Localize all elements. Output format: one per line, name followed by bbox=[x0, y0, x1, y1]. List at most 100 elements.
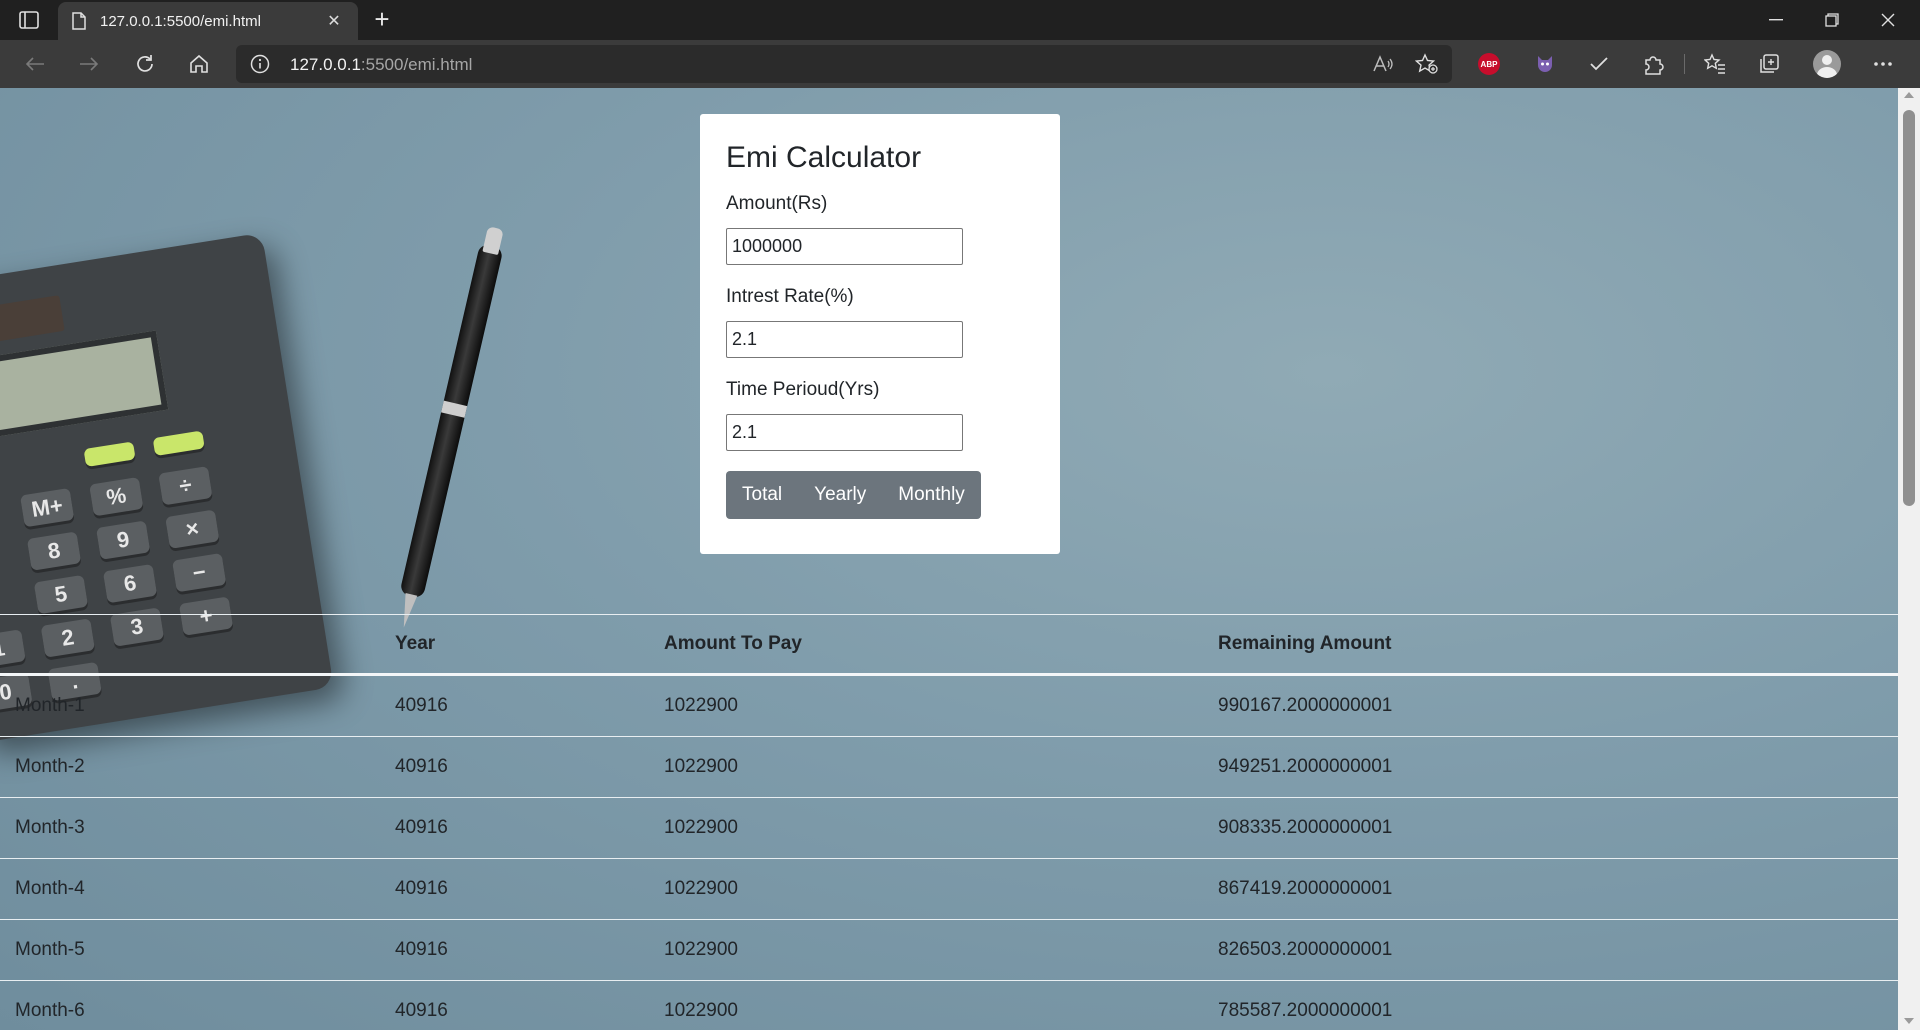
read-aloud-icon[interactable] bbox=[1370, 52, 1396, 76]
column-header-remaining-amount: Remaining Amount bbox=[1218, 633, 1392, 654]
calculator-key: 6 bbox=[102, 563, 158, 604]
pen-illustration bbox=[392, 225, 508, 630]
extensions-puzzle-icon[interactable] bbox=[1638, 49, 1668, 79]
table-cell-remaining: 990167.2000000001 bbox=[1218, 695, 1393, 716]
minimize-icon[interactable] bbox=[1748, 0, 1804, 40]
calculator-key: M+ bbox=[19, 487, 75, 528]
table-cell-amount: 1022900 bbox=[664, 817, 738, 838]
collections-icon[interactable] bbox=[1754, 49, 1784, 79]
time-period-input[interactable] bbox=[726, 414, 963, 451]
table-cell-remaining: 826503.2000000001 bbox=[1218, 939, 1393, 960]
monthly-button[interactable]: Monthly bbox=[882, 471, 981, 519]
url-host: 127.0.0.1 bbox=[290, 55, 361, 74]
table-cell-year: 40916 bbox=[395, 756, 448, 777]
column-header-amount-to-pay: Amount To Pay bbox=[664, 633, 802, 654]
table-row: Month-1 40916 1022900 990167.2000000001 bbox=[0, 676, 1898, 737]
table-row: Month-4 40916 1022900 867419.2000000001 bbox=[0, 859, 1898, 920]
table-cell-amount: 1022900 bbox=[664, 1000, 738, 1021]
table-cell-amount: 1022900 bbox=[664, 756, 738, 777]
address-bar[interactable]: 127.0.0.1:5500/emi.html bbox=[236, 45, 1452, 83]
restore-icon[interactable] bbox=[1804, 0, 1860, 40]
tab-close-icon[interactable]: ✕ bbox=[324, 11, 344, 31]
table-cell-period: Month-6 bbox=[15, 1000, 85, 1021]
scroll-up-arrow-icon[interactable] bbox=[1904, 92, 1914, 98]
scrollbar-thumb[interactable] bbox=[1903, 110, 1915, 506]
table-cell-remaining: 949251.2000000001 bbox=[1218, 756, 1393, 777]
add-favorite-icon[interactable] bbox=[1414, 52, 1440, 76]
emi-table: Year Amount To Pay Remaining Amount Mont… bbox=[0, 614, 1898, 1030]
extension-mascot-icon[interactable] bbox=[1530, 49, 1560, 79]
interest-rate-input[interactable] bbox=[726, 321, 963, 358]
adblock-plus-icon[interactable]: ABP bbox=[1474, 49, 1504, 79]
total-button[interactable]: Total bbox=[726, 471, 798, 519]
emi-calculator-card: Emi Calculator Amount(Rs) Intrest Rate(%… bbox=[700, 114, 1060, 554]
column-header-year: Year bbox=[395, 633, 436, 654]
close-window-icon[interactable] bbox=[1860, 0, 1916, 40]
table-cell-year: 40916 bbox=[395, 939, 448, 960]
table-cell-year: 40916 bbox=[395, 817, 448, 838]
calculator-key: × bbox=[165, 509, 220, 549]
calculator-green-key bbox=[83, 441, 136, 468]
table-cell-year: 40916 bbox=[395, 878, 448, 899]
result-mode-button-group: Total Yearly Monthly bbox=[726, 471, 981, 519]
amount-input[interactable] bbox=[726, 228, 963, 265]
yearly-button[interactable]: Yearly bbox=[798, 471, 882, 519]
table-cell-period: Month-4 bbox=[15, 878, 85, 899]
toolbar-separator bbox=[1684, 54, 1685, 74]
time-label: Time Perioud(Yrs) bbox=[726, 379, 880, 400]
table-row: Month-5 40916 1022900 826503.2000000001 bbox=[0, 920, 1898, 981]
favorites-icon[interactable] bbox=[1700, 49, 1730, 79]
page-title: Emi Calculator bbox=[726, 141, 922, 174]
amount-label: Amount(Rs) bbox=[726, 193, 828, 214]
table-cell-year: 40916 bbox=[395, 695, 448, 716]
tab-actions-icon[interactable] bbox=[16, 9, 42, 31]
table-cell-period: Month-5 bbox=[15, 939, 85, 960]
table-row: Month-6 40916 1022900 785587.2000000001 bbox=[0, 981, 1898, 1030]
page-viewport: M+ % ÷ 8 9 × 5 6 − 2 3 + 1 0 . Emi Calcu… bbox=[0, 88, 1898, 1030]
table-cell-remaining: 908335.2000000001 bbox=[1218, 817, 1393, 838]
table-row: Month-2 40916 1022900 949251.2000000001 bbox=[0, 737, 1898, 798]
tab-bar: 127.0.0.1:5500/emi.html ✕ + bbox=[0, 0, 1920, 40]
calculator-key: ÷ bbox=[158, 466, 213, 506]
calculator-key: 9 bbox=[96, 520, 151, 560]
table-row: Month-3 40916 1022900 908335.2000000001 bbox=[0, 798, 1898, 859]
pen-body bbox=[399, 242, 504, 600]
url-text[interactable]: 127.0.0.1:5500/emi.html bbox=[290, 55, 472, 75]
home-icon[interactable] bbox=[182, 49, 216, 79]
new-tab-button[interactable]: + bbox=[368, 6, 396, 34]
profile-avatar-icon[interactable] bbox=[1812, 49, 1842, 79]
table-header-row: Year Amount To Pay Remaining Amount bbox=[0, 614, 1898, 676]
url-path: :5500/emi.html bbox=[360, 55, 473, 74]
rate-label: Intrest Rate(%) bbox=[726, 286, 854, 307]
calculator-display bbox=[0, 330, 169, 444]
table-cell-year: 40916 bbox=[395, 1000, 448, 1021]
table-cell-period: Month-3 bbox=[15, 817, 85, 838]
page-icon bbox=[72, 12, 86, 30]
table-cell-amount: 1022900 bbox=[664, 939, 738, 960]
table-cell-remaining: 785587.2000000001 bbox=[1218, 1000, 1393, 1021]
tab-title: 127.0.0.1:5500/emi.html bbox=[100, 12, 261, 30]
calculator-key: − bbox=[172, 552, 227, 593]
solar-panel bbox=[0, 295, 65, 348]
browser-tab[interactable]: 127.0.0.1:5500/emi.html ✕ bbox=[58, 2, 358, 40]
table-cell-amount: 1022900 bbox=[664, 878, 738, 899]
avatar bbox=[1813, 50, 1841, 78]
refresh-icon[interactable] bbox=[128, 49, 162, 79]
calculator-key: 5 bbox=[33, 574, 89, 615]
more-options-icon[interactable] bbox=[1868, 49, 1898, 79]
table-cell-period: Month-2 bbox=[15, 756, 85, 777]
check-extension-icon[interactable] bbox=[1584, 49, 1614, 79]
back-icon[interactable] bbox=[18, 49, 52, 79]
scroll-down-arrow-icon[interactable] bbox=[1904, 1018, 1914, 1024]
calculator-green-key bbox=[152, 430, 205, 457]
calculator-key: 8 bbox=[26, 531, 82, 571]
site-info-icon[interactable] bbox=[250, 54, 270, 74]
forward-icon[interactable] bbox=[72, 49, 106, 79]
table-cell-amount: 1022900 bbox=[664, 695, 738, 716]
vertical-scrollbar[interactable] bbox=[1898, 88, 1920, 1030]
calculator-key: % bbox=[89, 476, 144, 517]
browser-toolbar: 127.0.0.1:5500/emi.html ABP bbox=[0, 40, 1920, 88]
abp-badge: ABP bbox=[1478, 53, 1500, 75]
table-cell-remaining: 867419.2000000001 bbox=[1218, 878, 1393, 899]
table-cell-period: Month-1 bbox=[15, 695, 85, 716]
